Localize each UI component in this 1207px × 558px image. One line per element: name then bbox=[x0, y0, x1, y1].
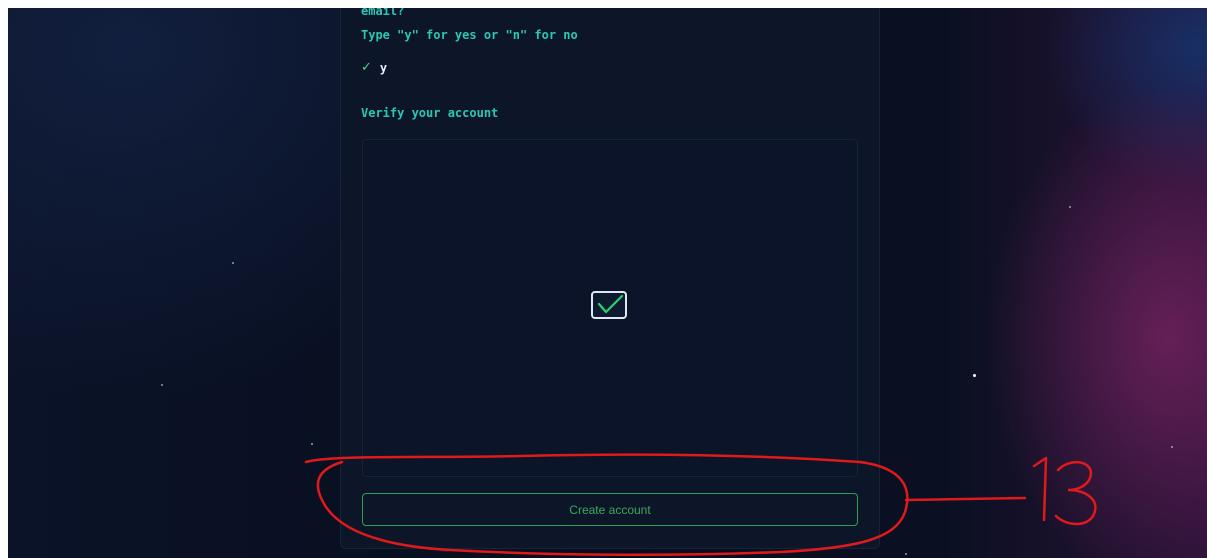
verify-account-label: Verify your account bbox=[361, 106, 499, 120]
email-answer: ✓ y bbox=[361, 60, 387, 75]
captcha-box bbox=[362, 139, 858, 477]
page-background: email? Type "y" for yes or "n" for no ✓ … bbox=[8, 8, 1207, 558]
answer-value: y bbox=[379, 60, 388, 75]
yes-no-instruction: Type "y" for yes or "n" for no bbox=[361, 28, 578, 42]
email-prompt-tail: email? bbox=[361, 8, 405, 18]
check-icon: ✓ bbox=[361, 60, 372, 75]
checkmark-icon bbox=[597, 294, 624, 314]
create-account-button[interactable]: Create account bbox=[362, 493, 858, 526]
verify-checkbox[interactable] bbox=[591, 291, 627, 319]
